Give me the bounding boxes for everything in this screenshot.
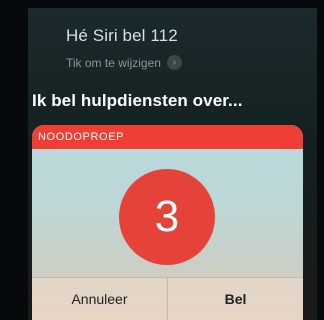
- countdown-badge: 3: [119, 169, 215, 265]
- card-title: NOODOPROEP: [38, 131, 125, 143]
- siri-screen: Hé Siri bel 112 Tik om te wijzigen › Ik …: [28, 8, 317, 320]
- emergency-call-card: NOODOPROEP 3 Annuleer Bel: [32, 125, 303, 320]
- chevron-right-icon: ›: [166, 55, 182, 70]
- siri-query-block: Hé Siri bel 112 Tik om te wijzigen ›: [66, 26, 182, 70]
- card-header: NOODOPROEP: [32, 125, 303, 149]
- siri-response-text: Ik bel hulpdiensten over...: [32, 91, 243, 110]
- edit-query-label: Tik om te wijzigen: [66, 55, 161, 70]
- countdown-number: 3: [154, 192, 180, 241]
- cancel-button[interactable]: Annuleer: [32, 278, 167, 320]
- call-button[interactable]: Bel: [167, 278, 303, 320]
- siri-query-text: Hé Siri bel 112: [66, 26, 178, 45]
- card-actions: Annuleer Bel: [32, 277, 303, 320]
- edit-query-link[interactable]: Tik om te wijzigen ›: [66, 55, 182, 70]
